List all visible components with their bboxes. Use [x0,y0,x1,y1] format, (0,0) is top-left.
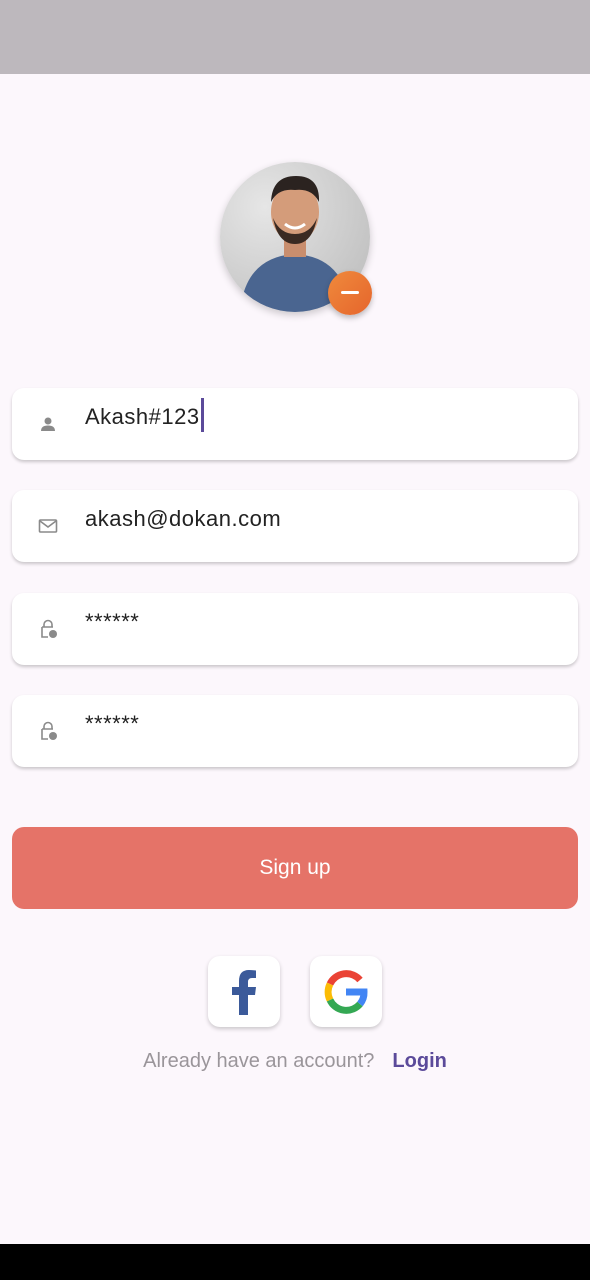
email-value: akash@dokan.com [85,506,282,531]
login-link[interactable]: Login [392,1050,446,1072]
signup-button[interactable]: Sign up [12,827,578,909]
password-field[interactable]: ****** [12,593,578,665]
username-field[interactable]: Akash#123 [12,388,578,460]
google-icon [324,969,368,1014]
navigation-bar [0,1244,590,1280]
remove-photo-button[interactable] [328,271,372,315]
email-field[interactable]: akash@dokan.com [12,490,578,562]
lock-clock-icon [41,619,57,638]
text-cursor [200,398,204,433]
google-login-button[interactable] [310,956,382,1027]
account-question: Already have an account? [143,1050,375,1072]
username-value: Akash#123 [85,404,200,429]
facebook-login-button[interactable] [208,956,280,1027]
password-value: ****** [85,609,140,634]
facebook-icon [232,969,256,1015]
confirm-password-value: ****** [85,711,140,736]
lock-clock-icon [41,721,57,740]
mail-icon [38,519,58,533]
login-prompt: Already have an account? Login [0,1050,590,1073]
status-bar [0,0,590,74]
confirm-password-field[interactable]: ****** [12,695,578,767]
person-icon [41,417,55,431]
